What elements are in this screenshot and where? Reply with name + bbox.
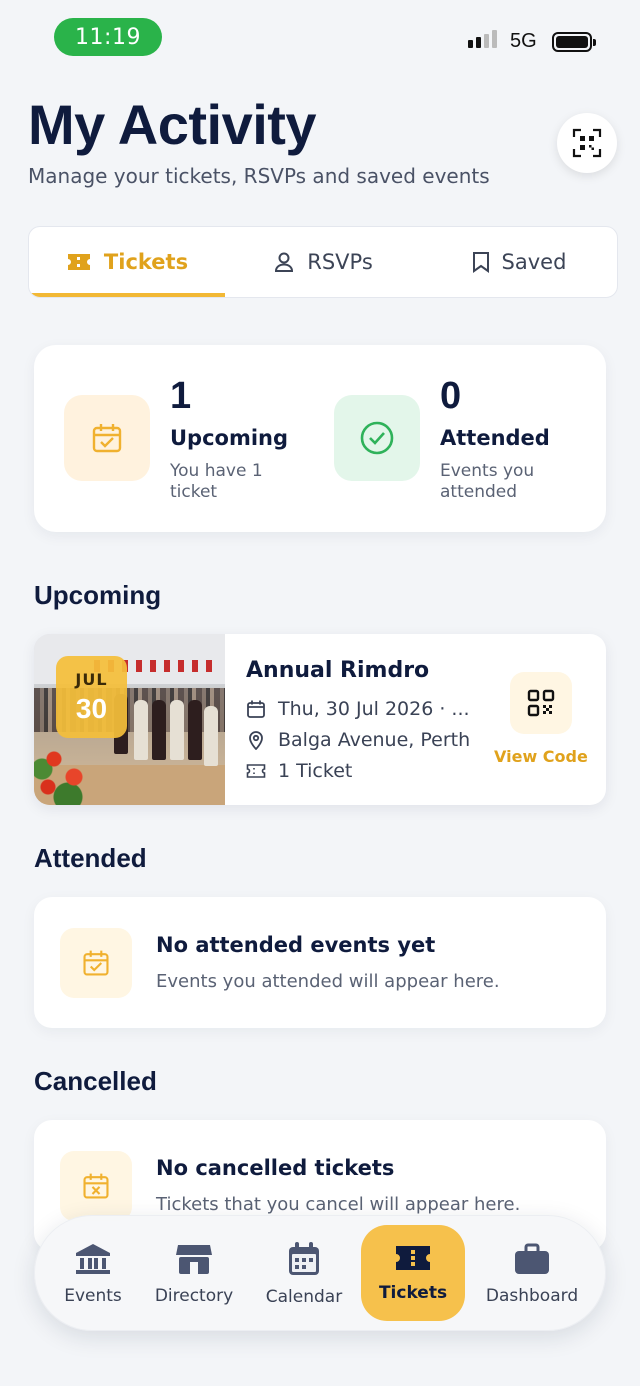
calendar-icon: [246, 699, 266, 719]
status-bar: 11:19 5G: [0, 0, 640, 80]
empty-desc: Events you attended will appear here.: [156, 971, 500, 992]
nav-dashboard[interactable]: Dashboard: [479, 1216, 585, 1332]
empty-title: No cancelled tickets: [156, 1156, 395, 1180]
upcoming-desc: You have 1 ticket: [170, 461, 263, 502]
tab-rsvps[interactable]: RSVPs: [225, 227, 421, 297]
calendar-icon: [289, 1242, 319, 1275]
tab-tickets[interactable]: Tickets: [29, 227, 225, 297]
tab-saved[interactable]: Saved: [421, 227, 617, 297]
upcoming-event-card[interactable]: JUL 30 Annual Rimdro Thu, 30 Jul 2026 · …: [34, 634, 606, 805]
section-title-upcoming: Upcoming: [34, 580, 162, 610]
scan-qr-button[interactable]: [557, 113, 617, 173]
event-image: JUL 30: [34, 634, 225, 805]
attended-desc: Events you attended: [440, 461, 535, 502]
empty-cancelled-icon: [60, 1151, 132, 1221]
qr-code-icon: [527, 689, 555, 717]
upcoming-count: 1: [170, 375, 192, 417]
status-time: 11:19: [54, 18, 162, 56]
briefcase-icon: [515, 1243, 549, 1274]
nav-label: Calendar: [265, 1287, 343, 1307]
date-badge: JUL 30: [56, 656, 127, 738]
view-code-link[interactable]: View Code: [494, 747, 588, 766]
stats-card: 1 Upcoming You have 1 ticket 0 Attended …: [34, 345, 606, 532]
event-tickets-row: 1 Ticket: [246, 760, 352, 782]
check-circle-icon: [360, 421, 394, 455]
ticket-icon: [246, 761, 266, 781]
location-pin-icon: [246, 730, 266, 750]
qr-scan-icon: [572, 128, 602, 158]
event-date-row: Thu, 30 Jul 2026 · ...: [246, 698, 470, 720]
section-title-attended: Attended: [34, 843, 147, 873]
nav-label: Tickets: [378, 1283, 448, 1303]
tab-label: RSVPs: [307, 250, 373, 274]
tab-label: Tickets: [103, 250, 189, 274]
attended-empty-card: No attended events yet Events you attend…: [34, 897, 606, 1028]
upcoming-stat-icon: [64, 395, 150, 481]
ticket-icon: [67, 254, 90, 270]
page-subtitle: Manage your tickets, RSVPs and saved eve…: [28, 164, 490, 188]
calendar-x-icon: [83, 1173, 109, 1199]
empty-title: No attended events yet: [156, 933, 436, 957]
empty-attended-icon: [60, 928, 132, 998]
page-title: My Activity: [28, 93, 317, 156]
empty-desc: Tickets that you cancel will appear here…: [156, 1194, 521, 1215]
tab-label: Saved: [501, 250, 567, 274]
nav-label: Dashboard: [485, 1286, 579, 1306]
nav-tickets[interactable]: Tickets: [361, 1225, 465, 1321]
ticket-icon: [396, 1246, 430, 1270]
nav-label: Directory: [154, 1286, 234, 1306]
view-code-button[interactable]: [510, 672, 572, 734]
event-location: Balga Avenue, Perth: [278, 729, 471, 751]
bottom-nav: Events Directory Calendar Tickets Dashbo…: [34, 1215, 606, 1331]
attended-count: 0: [440, 375, 462, 417]
attended-label: Attended: [440, 426, 550, 450]
nav-calendar[interactable]: Calendar: [257, 1216, 351, 1332]
date-day: 30: [75, 692, 108, 724]
event-date: Thu, 30 Jul 2026 · ...: [278, 698, 470, 720]
section-title-cancelled: Cancelled: [34, 1066, 157, 1096]
event-title: Annual Rimdro: [246, 658, 430, 683]
event-location-row: Balga Avenue, Perth: [246, 729, 470, 751]
event-tickets: 1 Ticket: [278, 760, 353, 782]
bookmark-icon: [472, 252, 489, 273]
battery-icon: [552, 32, 596, 52]
signal-icon: [468, 30, 497, 48]
calendar-check-icon: [92, 424, 122, 453]
date-month: JUL: [75, 669, 108, 689]
bank-icon: [76, 1244, 110, 1274]
nav-events[interactable]: Events: [47, 1216, 139, 1332]
person-icon: [275, 252, 294, 272]
calendar-check-icon: [83, 950, 109, 976]
nav-directory[interactable]: Directory: [147, 1216, 241, 1332]
attended-stat-icon: [334, 395, 420, 481]
nav-label: Events: [64, 1286, 122, 1306]
activity-tabs: Tickets RSVPs Saved: [28, 226, 618, 298]
upcoming-label: Upcoming: [170, 426, 289, 450]
network-label: 5G: [510, 30, 537, 52]
store-icon: [176, 1245, 212, 1274]
